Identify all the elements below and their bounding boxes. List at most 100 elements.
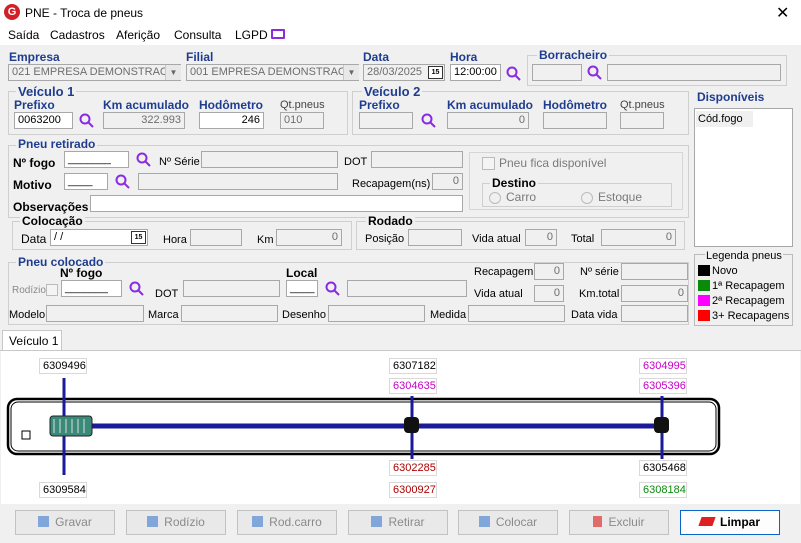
recapagem-field: 0	[432, 173, 463, 190]
borracheiro-name[interactable]	[607, 64, 781, 81]
colocacao-data-label: Data	[21, 232, 47, 246]
destino-carro-label: Carro	[506, 190, 537, 204]
observacoes-field[interactable]	[90, 195, 463, 212]
observacoes-label: Observações	[13, 200, 89, 214]
legend-swatch-novo	[698, 265, 710, 276]
eraser-icon	[698, 517, 716, 526]
disponiveis-title: Disponíveis	[697, 90, 765, 104]
colocado-recapagem-label: Recapagem	[474, 266, 534, 278]
colocado-nserie-field	[621, 263, 688, 280]
floppy-icon	[371, 516, 383, 527]
pneu-retirado-title: Pneu retirado	[16, 137, 98, 151]
monitor-icon[interactable]	[271, 29, 285, 39]
colocado-dot-field	[183, 280, 280, 297]
legend-label-novo: Novo	[712, 265, 738, 277]
excluir-button[interactable]: Excluir	[569, 510, 669, 535]
close-icon[interactable]: ✕	[776, 3, 789, 23]
prefixo-label: Prefixo	[14, 98, 55, 112]
vida-atual-label: Vida atual	[472, 233, 521, 245]
rodizio-checkbox[interactable]	[46, 284, 58, 296]
borracheiro-code[interactable]	[532, 64, 582, 81]
rodizio-button[interactable]: Rodízio	[126, 510, 226, 535]
colocado-nfogo-field[interactable]: _______	[61, 280, 122, 297]
retirar-button[interactable]: Retirar	[348, 510, 448, 535]
legenda-title: Legenda pneus	[705, 250, 783, 262]
prefixo2-label: Prefixo	[359, 98, 400, 112]
search-icon[interactable]	[587, 65, 602, 80]
menu-consulta[interactable]: Consulta	[174, 28, 221, 42]
limpar-button[interactable]: Limpar	[680, 510, 780, 535]
search-icon[interactable]	[79, 113, 94, 128]
nfogo-field[interactable]: _______	[64, 151, 129, 168]
search-icon[interactable]	[421, 113, 436, 128]
destino-estoque-radio[interactable]	[581, 192, 593, 204]
menu-afericao[interactable]: Aferição	[116, 28, 160, 42]
recapagem-label: Recapagem(ns)	[352, 178, 431, 190]
kmtotal-label: Km.total	[579, 288, 620, 300]
search-icon[interactable]	[136, 152, 151, 167]
tire-label-axle3-bottom2[interactable]: 6308184	[639, 482, 687, 498]
hora-field[interactable]: 12:00:00	[450, 64, 501, 81]
hodometro1-field[interactable]: 246	[199, 112, 264, 129]
qtpneus-label: Qt.pneus	[280, 99, 325, 111]
motivo-field[interactable]: ____	[64, 173, 108, 190]
search-icon[interactable]	[325, 281, 340, 296]
codfogo-column-header[interactable]: Cód.fogo	[696, 111, 753, 127]
calendar-icon[interactable]: 15	[428, 66, 443, 79]
floppy-icon	[252, 516, 264, 527]
tire-label-axle3-top2[interactable]: 6305396	[639, 378, 687, 394]
menu-saida[interactable]: Saída	[8, 28, 39, 42]
menu-cadastros[interactable]: Cadastros	[50, 28, 105, 42]
destino-carro-radio[interactable]	[489, 192, 501, 204]
tire-label-axle2-bottom1[interactable]: 6302285	[389, 460, 437, 476]
colocacao-km-label: Km	[257, 234, 274, 246]
tire-label-axle3-top1[interactable]: 6304995	[639, 358, 687, 374]
rodcarro-button[interactable]: Rod.carro	[237, 510, 337, 535]
tire-label-axle2-top1[interactable]: 6307182	[389, 358, 437, 374]
chevron-down-icon[interactable]: ▼	[343, 65, 359, 80]
prefixo1-field[interactable]: 0063200	[14, 112, 73, 129]
motivo-desc-field	[138, 173, 338, 190]
tire-label-axle1-bottom[interactable]: 6309584	[39, 482, 87, 498]
tire-label-axle2-top2[interactable]: 6304635	[389, 378, 437, 394]
colocado-dot-label: DOT	[155, 288, 179, 300]
empresa-label: Empresa	[9, 50, 60, 64]
prefixo2-field[interactable]	[359, 112, 413, 129]
filial-combo[interactable]: 001 EMPRESA DEMONSTRAC	[186, 64, 359, 81]
fica-disponivel-checkbox[interactable]	[482, 157, 495, 170]
desenho-label: Desenho	[282, 309, 327, 321]
tire-label-axle1-top[interactable]: 6309496	[39, 358, 87, 374]
colocacao-title: Colocação	[20, 214, 85, 228]
legend-swatch-recap2	[698, 295, 710, 306]
colocado-vida-label: Vida atual	[474, 288, 523, 300]
kmtotal-field: 0	[621, 285, 688, 302]
hora-label: Hora	[450, 50, 478, 64]
empresa-combo[interactable]: 021 EMPRESA DEMONSTRAC	[8, 64, 181, 81]
floppy-icon	[38, 516, 50, 527]
local-label: Local	[286, 266, 318, 280]
search-icon[interactable]	[129, 281, 144, 296]
destino-estoque-label: Estoque	[598, 190, 643, 204]
legend-swatch-recap3	[698, 310, 710, 321]
tab-veiculo1[interactable]: Veículo 1	[2, 330, 62, 351]
menu-lgpd[interactable]: LGPD	[235, 28, 268, 42]
marca-label: Marca	[148, 309, 179, 321]
chevron-down-icon[interactable]: ▼	[165, 65, 181, 80]
km-acumulado-label: Km acumulado	[103, 98, 190, 112]
tire-label-axle3-bottom1[interactable]: 6305468	[639, 460, 687, 476]
gravar-button[interactable]: Gravar	[15, 510, 115, 535]
trash-icon	[593, 516, 603, 527]
colocado-recapagem-field: 0	[534, 263, 564, 280]
search-icon[interactable]	[115, 174, 130, 189]
local-desc-field	[347, 280, 467, 297]
legend-swatch-recap1	[698, 280, 710, 291]
calendar-icon[interactable]: 15	[131, 231, 146, 244]
tire-label-axle2-bottom2[interactable]: 6300927	[389, 482, 437, 498]
colocar-button[interactable]: Colocar	[458, 510, 558, 535]
hodometro2-field[interactable]	[543, 112, 607, 129]
local-field[interactable]: ____	[286, 280, 318, 297]
disponiveis-list[interactable]	[694, 108, 793, 247]
search-icon[interactable]	[506, 66, 521, 81]
km2-label: Km acumulado	[447, 98, 534, 112]
medida-label: Medida	[430, 309, 467, 321]
